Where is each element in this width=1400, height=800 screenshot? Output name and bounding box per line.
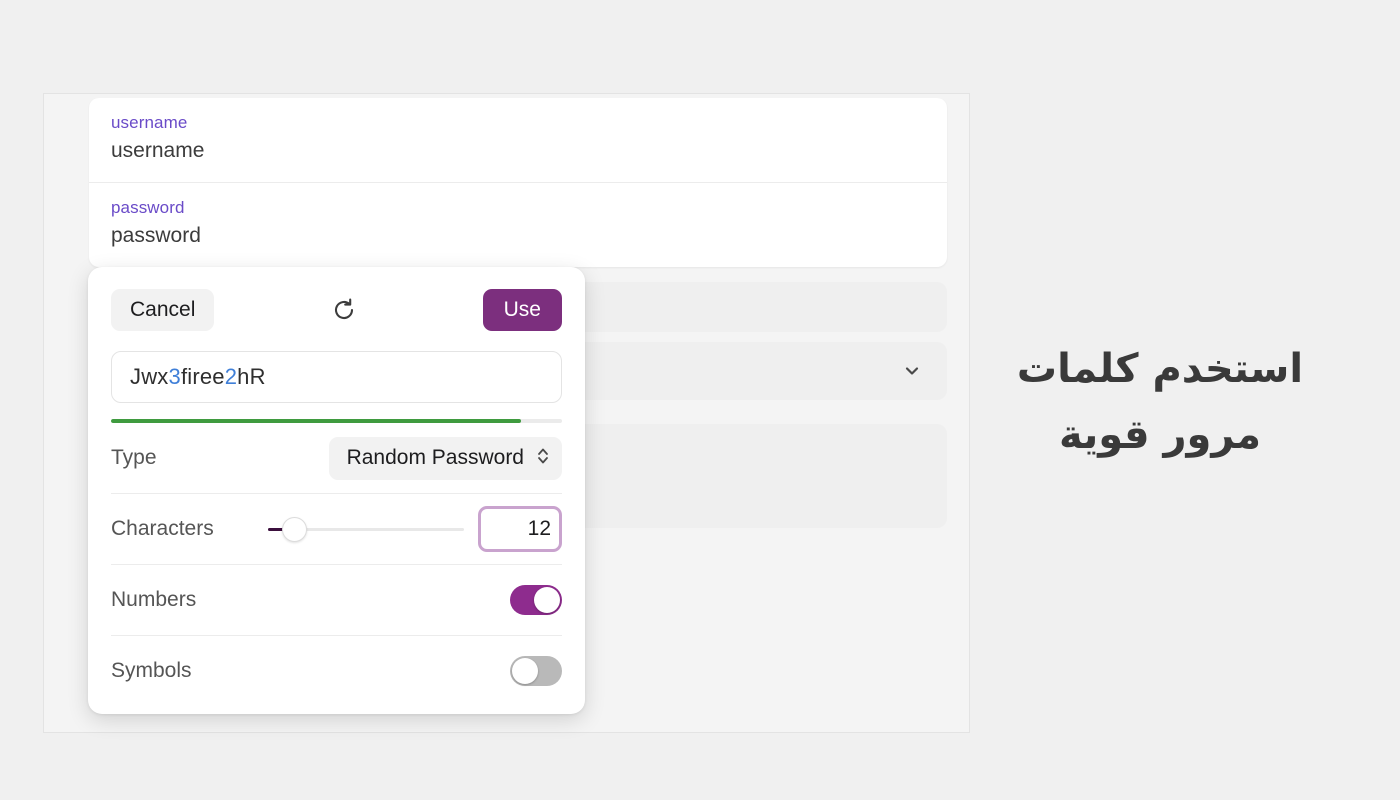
option-row-characters: Characters [111, 494, 562, 565]
username-label: username [111, 113, 188, 132]
use-button[interactable]: Use [482, 289, 562, 331]
symbols-toggle[interactable] [510, 656, 562, 686]
characters-label: Characters [111, 517, 214, 540]
arabic-caption-line-1: استخدم كلمات [1016, 346, 1304, 392]
password-value: password [111, 224, 201, 247]
characters-input[interactable] [478, 506, 562, 552]
generator-toolbar: Cancel Use [88, 267, 585, 339]
cancel-button[interactable]: Cancel [111, 289, 215, 331]
option-row-numbers: Numbers [111, 565, 562, 636]
generated-password-text: Jwx3firee2hR [130, 364, 266, 389]
arabic-caption: استخدم كلمات مرور قوية [990, 336, 1330, 468]
password-label: password [111, 198, 185, 217]
username-value: username [111, 139, 205, 162]
password-generator-popup: Cancel Use Jwx3firee2hR Type Random Pass… [88, 267, 585, 714]
arabic-caption-line-2: مرور قوية [1058, 412, 1261, 458]
chevron-down-icon [903, 362, 921, 380]
type-select-value: Random Password [346, 446, 524, 469]
characters-controls [214, 506, 562, 552]
credential-row-password[interactable]: password password [89, 183, 947, 267]
numbers-toggle-knob [534, 587, 560, 613]
chevron-up-down-icon [536, 445, 550, 472]
type-select[interactable]: Random Password [328, 436, 562, 480]
type-label: Type [111, 446, 157, 469]
option-row-symbols: Symbols [111, 636, 562, 706]
symbols-label: Symbols [111, 659, 192, 682]
characters-slider[interactable] [268, 516, 464, 542]
credential-row-username[interactable]: username username [89, 98, 947, 183]
generated-password-field[interactable]: Jwx3firee2hR [111, 351, 562, 403]
numbers-toggle[interactable] [510, 585, 562, 615]
numbers-label: Numbers [111, 588, 197, 611]
option-row-type: Type Random Password [111, 423, 562, 494]
credentials-card: username username password password [89, 98, 947, 267]
symbols-toggle-knob [512, 658, 538, 684]
slider-thumb[interactable] [281, 516, 307, 542]
refresh-icon[interactable] [326, 292, 362, 328]
